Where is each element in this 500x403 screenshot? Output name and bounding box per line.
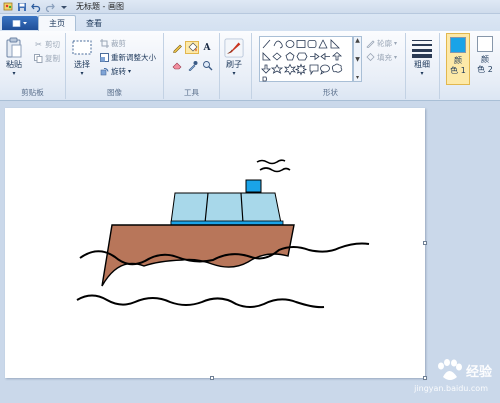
- rotate-dropdown-icon: ▾: [128, 68, 132, 75]
- rotate-button[interactable]: 旋转 ▾: [100, 66, 131, 77]
- color2-button[interactable]: 颜 色 2: [473, 33, 497, 85]
- paint-app-icon[interactable]: [2, 1, 14, 13]
- quick-access-toolbar: [0, 1, 70, 13]
- line-thickness-icon: [411, 37, 433, 59]
- fill-button[interactable]: 填充 ▾: [366, 52, 397, 63]
- crop-icon: [100, 39, 109, 48]
- outline-dropdown-icon: ▾: [394, 40, 398, 47]
- cut-label: 剪切: [45, 40, 60, 49]
- tools-group: A 工具: [164, 33, 220, 99]
- scroll-down-icon[interactable]: ▼: [355, 56, 360, 63]
- shapes-gallery[interactable]: [259, 36, 353, 82]
- boat-drawing: [76, 159, 370, 309]
- size-button[interactable]: 粗细 ▾: [411, 37, 433, 77]
- brush-icon: [224, 37, 244, 59]
- color1-button[interactable]: 颜 色 1: [446, 33, 470, 85]
- eraser-icon[interactable]: [170, 59, 184, 72]
- boat-chimney: [245, 179, 262, 193]
- redo-icon[interactable]: [44, 1, 56, 13]
- tools-group-label: 工具: [184, 88, 199, 97]
- ribbon: 粘贴 ▾ ✂ 剪切 复制 剪贴板 选择 ▾ 裁剪 重新调整大小 旋转 ▾ 图像 …: [0, 31, 500, 101]
- undo-icon[interactable]: [30, 1, 42, 13]
- color1-swatch: [450, 37, 466, 53]
- smoke-stroke-top: [256, 159, 286, 165]
- ribbon-tabs: 主页 查看: [0, 14, 500, 31]
- brushes-group: 刷子 ▾: [220, 33, 252, 99]
- baidu-paw-logo: [437, 359, 462, 380]
- canvas-workarea: 经验 jingyan.baidu.com: [0, 101, 500, 403]
- select-label: 选择: [74, 60, 90, 69]
- outline-label: 轮廓: [377, 39, 392, 48]
- copy-label: 复制: [45, 54, 60, 63]
- color2-label: 颜 色 2: [477, 55, 493, 74]
- color1-label: 颜 色 1: [450, 56, 466, 75]
- rotate-label: 旋转: [111, 67, 126, 76]
- pencil-icon[interactable]: [170, 41, 184, 54]
- size-label: 粗细: [414, 60, 430, 69]
- brushes-button[interactable]: 刷子 ▾: [224, 37, 244, 77]
- outline-button[interactable]: 轮廓 ▾: [366, 38, 397, 49]
- watermark: 经验: [435, 359, 492, 381]
- copy-button[interactable]: 复制: [34, 53, 60, 64]
- clipboard-group: 粘贴 ▾ ✂ 剪切 复制 剪贴板: [0, 33, 66, 99]
- magnifier-icon[interactable]: [200, 59, 214, 72]
- size-group: 粗细 ▾: [406, 33, 440, 99]
- brushes-dropdown-icon: ▾: [232, 70, 236, 77]
- tab-view[interactable]: 查看: [76, 15, 112, 31]
- scissors-icon: ✂: [35, 40, 42, 49]
- scroll-up-icon[interactable]: ▲: [355, 37, 360, 44]
- image-group-label: 图像: [107, 88, 122, 97]
- tab-home[interactable]: 主页: [38, 15, 76, 31]
- text-tool-icon[interactable]: A: [200, 41, 214, 54]
- crop-label: 裁剪: [111, 39, 126, 48]
- save-icon[interactable]: [16, 1, 28, 13]
- outline-icon: [366, 39, 375, 48]
- shapes-scrollbar[interactable]: ▲ ▼ ▾: [353, 36, 362, 82]
- resize-button[interactable]: 重新调整大小: [100, 52, 156, 63]
- boat-cabin: [170, 192, 282, 224]
- resize-icon: [100, 53, 109, 62]
- wave-lower: [76, 294, 325, 309]
- fill-icon: [366, 53, 375, 62]
- smoke-stroke-bottom: [259, 167, 291, 173]
- customize-dropdown-icon[interactable]: [58, 1, 70, 13]
- shapes-group-label: 形状: [323, 88, 338, 97]
- select-icon: [72, 37, 92, 59]
- paste-dropdown-icon: ▾: [12, 70, 16, 77]
- drawing-canvas[interactable]: [5, 108, 425, 378]
- color2-swatch: [477, 36, 493, 52]
- clipboard-group-label: 剪贴板: [21, 88, 44, 97]
- crop-button[interactable]: 裁剪: [100, 38, 126, 49]
- canvas-resize-handle-right[interactable]: [423, 241, 427, 245]
- paste-icon: [4, 37, 24, 59]
- color-picker-icon[interactable]: [185, 59, 199, 72]
- copy-icon: [34, 54, 43, 63]
- image-group: 选择 ▾ 裁剪 重新调整大小 旋转 ▾ 图像: [66, 33, 164, 99]
- cut-button[interactable]: ✂ 剪切: [34, 39, 60, 50]
- select-button[interactable]: 选择 ▾: [72, 37, 92, 77]
- title-bar: 无标题 - 画图: [0, 0, 500, 14]
- fill-dropdown-icon: ▾: [394, 54, 398, 61]
- size-dropdown-icon: ▾: [420, 70, 424, 77]
- window-title: 无标题 - 画图: [76, 2, 124, 11]
- canvas-resize-handle-corner[interactable]: [423, 376, 427, 380]
- canvas-resize-handle-bottom[interactable]: [210, 376, 214, 380]
- paint-menu-button[interactable]: [2, 16, 38, 30]
- boat-hull: [101, 224, 295, 287]
- watermark-text: 经验: [465, 364, 492, 380]
- rotate-icon: [100, 67, 109, 76]
- paste-button[interactable]: 粘贴 ▾: [4, 37, 24, 77]
- shapes-expand-icon[interactable]: ▾: [356, 74, 359, 81]
- paste-label: 粘贴: [6, 60, 22, 69]
- resize-label: 重新调整大小: [111, 53, 156, 62]
- select-dropdown-icon: ▾: [80, 70, 84, 77]
- brushes-label: 刷子: [226, 60, 242, 69]
- fill-bucket-icon[interactable]: [185, 41, 199, 54]
- watermark-url: jingyan.baidu.com: [414, 384, 488, 393]
- fill-label: 填充: [377, 53, 392, 62]
- shapes-group: ▲ ▼ ▾ 轮廓 ▾ 填充 ▾ 形状: [256, 33, 406, 99]
